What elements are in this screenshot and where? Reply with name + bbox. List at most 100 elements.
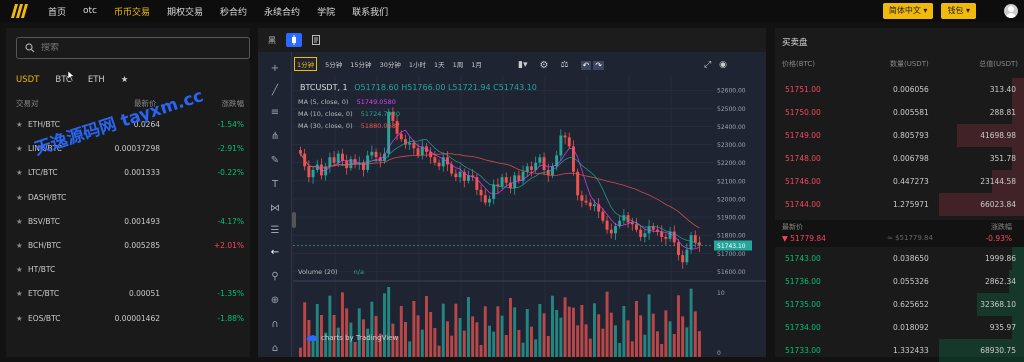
timeframe-3[interactable]: 30分钟 bbox=[380, 59, 401, 69]
y-tick-label: 52300.00 bbox=[717, 142, 746, 149]
language-button[interactable]: 简体中文 ▾ bbox=[882, 3, 934, 19]
text-icon[interactable]: T bbox=[267, 176, 283, 192]
nav-item-5[interactable]: 永续合约 bbox=[264, 5, 300, 18]
favorite-star-icon[interactable]: ★ bbox=[16, 120, 23, 129]
volume-bar bbox=[593, 303, 596, 357]
favorite-star-icon[interactable]: ★ bbox=[16, 289, 23, 298]
volume-bar bbox=[651, 313, 655, 357]
favorite-star-icon[interactable]: ★ bbox=[16, 144, 23, 153]
timeframe-6[interactable]: 1周 bbox=[453, 59, 464, 69]
ask-row[interactable]: 51750.00 0.005581 288.81 bbox=[775, 101, 1024, 124]
timeframe-5[interactable]: 1天 bbox=[434, 59, 445, 69]
market-tab-0[interactable]: USDT bbox=[16, 75, 39, 85]
tradingview-attribution[interactable]: charts by TradingView bbox=[306, 334, 398, 342]
scrollbar[interactable] bbox=[292, 212, 296, 228]
candle-type-icon[interactable]: ▮▾ bbox=[518, 60, 527, 70]
favorite-star-icon[interactable]: ★ bbox=[16, 265, 23, 274]
ask-row[interactable]: 51744.00 1.275971 66023.84 bbox=[775, 193, 1024, 216]
timeframe-1[interactable]: 5分钟 bbox=[325, 59, 342, 69]
volume-bar bbox=[370, 301, 374, 357]
depth-view-button[interactable] bbox=[308, 33, 324, 47]
market-row[interactable]: ★ ETC/BTC 0.00051 -1.35% bbox=[16, 289, 248, 313]
market-row[interactable]: ★ BSV/BTC 0.001493 -4.17% bbox=[16, 217, 248, 241]
market-row[interactable]: ★ DASH/BTC bbox=[16, 193, 248, 217]
ask-row[interactable]: 51748.00 0.006798 351.78 bbox=[775, 147, 1024, 170]
market-change: -4.17% bbox=[217, 216, 244, 226]
ask-row[interactable]: 51751.00 0.006056 313.40 bbox=[775, 78, 1024, 101]
bid-row[interactable]: 51735.00 0.625652 32368.10 bbox=[775, 293, 1024, 316]
ask-total: 351.78 bbox=[989, 154, 1016, 163]
bid-row[interactable]: 51733.00 1.332433 68930.75 bbox=[775, 339, 1024, 362]
timeframe-2[interactable]: 15分钟 bbox=[350, 59, 371, 69]
volume-bar bbox=[635, 301, 638, 357]
volume-bar bbox=[668, 321, 672, 357]
volume-bar bbox=[509, 298, 512, 357]
main-nav: 首页 otc 币币交易 期权交易 秒合约 永续合约 学院 联系我们 bbox=[48, 5, 405, 18]
timeframe-7[interactable]: 1月 bbox=[471, 59, 482, 69]
market-row[interactable]: ★ BCH/BTC 0.005285 +2.01% bbox=[16, 241, 248, 265]
ask-row[interactable]: 51746.00 0.447273 23144.58 bbox=[775, 170, 1024, 193]
settings-icon[interactable]: ⚙ bbox=[539, 60, 548, 71]
timeframe-4[interactable]: 1小时 bbox=[409, 59, 426, 69]
trend-line-icon[interactable]: ╱ bbox=[267, 82, 283, 98]
ask-total: 288.81 bbox=[989, 108, 1016, 117]
market-row[interactable]: ★ LTC/BTC 0.001333 -0.22% bbox=[16, 168, 248, 192]
candle-view-button[interactable] bbox=[286, 33, 302, 47]
market-tab-3[interactable]: ★ bbox=[121, 75, 129, 85]
market-row[interactable]: ★ HT/BTC bbox=[16, 265, 248, 289]
candle-body bbox=[408, 142, 412, 145]
volume-bar bbox=[446, 321, 449, 357]
fullscreen-icon[interactable]: ⤢ bbox=[704, 60, 711, 70]
nav-item-0[interactable]: 首页 bbox=[48, 5, 66, 18]
bid-row[interactable]: 51743.00 0.038650 1999.86 bbox=[775, 247, 1024, 270]
horizontal-lines-icon[interactable]: ≡ bbox=[267, 104, 283, 120]
wallet-button[interactable]: 钱包 ▾ bbox=[941, 3, 976, 19]
pitchfork-icon[interactable]: ⋔ bbox=[267, 128, 283, 144]
user-avatar-icon[interactable] bbox=[1004, 4, 1018, 18]
nav-item-2[interactable]: 币币交易 bbox=[114, 5, 150, 18]
favorite-star-icon[interactable]: ★ bbox=[16, 314, 23, 323]
candle-body bbox=[689, 235, 693, 250]
volume-bar bbox=[622, 306, 626, 357]
market-row[interactable]: ★ EOS/BTC 0.00001462 -1.88% bbox=[16, 314, 248, 338]
bid-row[interactable]: 51734.00 0.018092 935.97 bbox=[775, 316, 1024, 339]
search-box[interactable] bbox=[16, 37, 250, 59]
redo-icon[interactable]: ↷ bbox=[593, 60, 604, 70]
nav-item-3[interactable]: 期权交易 bbox=[167, 5, 203, 18]
symbol-label[interactable]: BTCUSDT, 1 bbox=[300, 83, 348, 92]
theme-toggle-button[interactable]: 黑 bbox=[264, 33, 280, 47]
pattern-icon[interactable]: ⋈ bbox=[267, 200, 283, 216]
timeframe-0[interactable]: 1分钟 bbox=[294, 57, 318, 71]
nav-item-7[interactable]: 联系我们 bbox=[352, 5, 388, 18]
magnet-icon[interactable]: ∩ bbox=[267, 316, 283, 332]
market-tab-2[interactable]: ETH bbox=[88, 75, 105, 85]
nav-item-1[interactable]: otc bbox=[83, 6, 97, 16]
volume-bar bbox=[580, 305, 584, 357]
volume-bar bbox=[567, 306, 571, 357]
candle-body bbox=[664, 236, 668, 239]
nav-item-4[interactable]: 秒合约 bbox=[220, 5, 247, 18]
bid-row[interactable]: 51736.00 0.055326 2862.34 bbox=[775, 270, 1024, 293]
compare-icon[interactable]: ⚖ bbox=[560, 60, 568, 70]
zoom-icon[interactable]: ⊕ bbox=[267, 292, 283, 308]
fib-icon[interactable]: ☰ bbox=[267, 222, 283, 238]
favorite-star-icon[interactable]: ★ bbox=[16, 241, 23, 250]
search-input[interactable] bbox=[41, 43, 221, 53]
favorite-star-icon[interactable]: ★ bbox=[16, 168, 23, 177]
lock-icon[interactable]: ⌂ bbox=[267, 340, 283, 356]
favorite-star-icon[interactable]: ★ bbox=[16, 193, 23, 202]
back-arrow-icon[interactable]: ← bbox=[267, 244, 283, 260]
volume-bar bbox=[425, 296, 428, 357]
nav-item-6[interactable]: 学院 bbox=[317, 5, 335, 18]
candle-body bbox=[336, 153, 340, 163]
ruler-icon[interactable]: ⚲ bbox=[267, 268, 283, 284]
volume-bar bbox=[504, 335, 508, 357]
crosshair-icon[interactable]: + bbox=[267, 60, 283, 76]
camera-icon[interactable]: ◉ bbox=[719, 60, 727, 70]
undo-icon[interactable]: ↶ bbox=[580, 60, 592, 70]
logo[interactable] bbox=[6, 0, 34, 22]
favorite-star-icon[interactable]: ★ bbox=[16, 217, 23, 226]
brush-icon[interactable]: ✎ bbox=[267, 152, 283, 168]
ask-row[interactable]: 51749.00 0.805793 41698.98 bbox=[775, 124, 1024, 147]
mid-price: ▼ 51779.84 bbox=[782, 234, 826, 243]
